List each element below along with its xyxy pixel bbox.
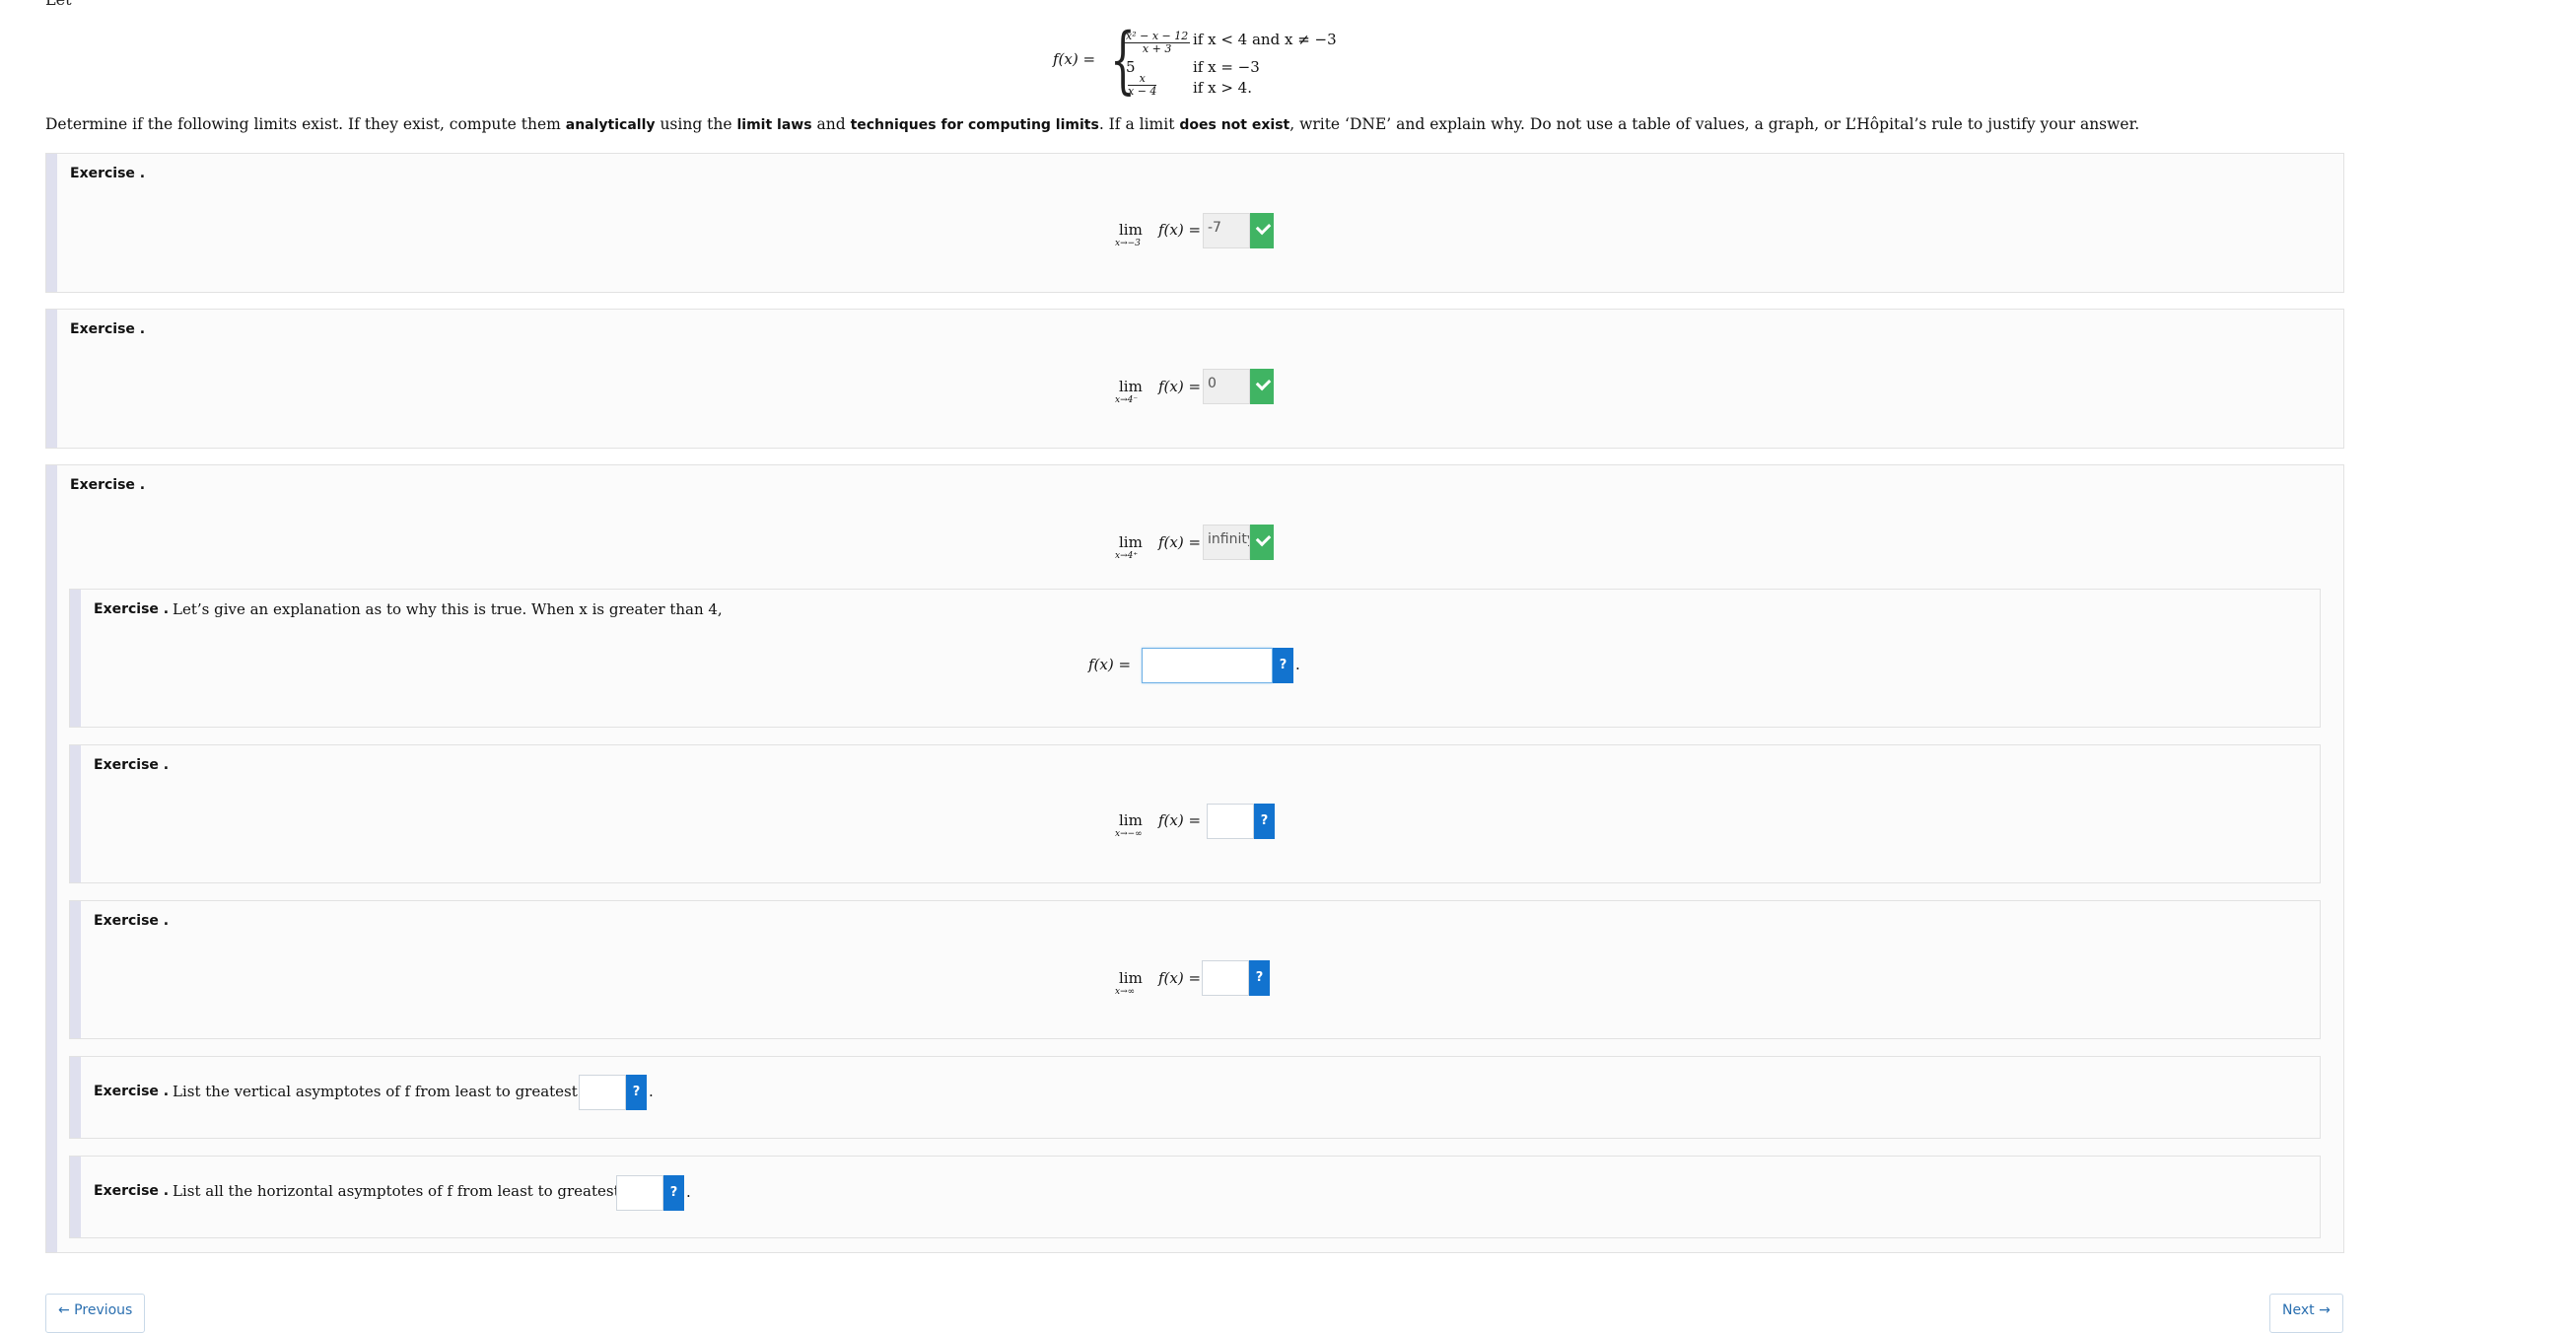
trailing-period: . bbox=[1295, 656, 1300, 673]
exercise-label: Exercise . bbox=[94, 601, 170, 617]
lim-word: lim bbox=[1119, 969, 1143, 987]
lim-word: lim bbox=[1119, 221, 1143, 239]
lim-function: f(x) = bbox=[1158, 221, 1202, 239]
next-button[interactable]: Next → bbox=[2269, 1294, 2343, 1333]
answer-field-limit-4-right[interactable]: infinity bbox=[1203, 525, 1250, 560]
piece3-denominator: x − 4 bbox=[1128, 85, 1157, 98]
explanation-text: Let’s give an explanation as to why this… bbox=[173, 600, 723, 618]
instr-text-5: , write ‘DNE’ and explain why. Do not us… bbox=[1289, 115, 2140, 133]
lim-function: f(x) = bbox=[1158, 969, 1202, 987]
answer-input-neg-inf[interactable] bbox=[1207, 804, 1254, 839]
explain-fx-label: f(x) = bbox=[1088, 656, 1132, 673]
lim-word: lim bbox=[1119, 533, 1143, 551]
check-icon bbox=[1250, 525, 1274, 560]
previous-button[interactable]: ← Previous bbox=[45, 1294, 146, 1333]
help-button[interactable]: ? bbox=[1254, 804, 1275, 839]
answer-field-limit-neg3[interactable]: -7 bbox=[1203, 213, 1250, 248]
function-lhs: f(x) = bbox=[1053, 50, 1096, 68]
trailing-period: . bbox=[686, 1183, 691, 1201]
instr-text-1: Determine if the following limits exist.… bbox=[45, 115, 566, 133]
vertical-asymptote-input[interactable] bbox=[579, 1075, 626, 1110]
answer-input-pos-inf[interactable] bbox=[1202, 960, 1249, 996]
instr-bold-techniques: techniques for computing limits bbox=[850, 117, 1099, 133]
instr-text-3: and bbox=[811, 115, 851, 133]
instr-bold-analytically: analytically bbox=[565, 117, 656, 133]
lim-function: f(x) = bbox=[1158, 533, 1202, 551]
instructions: Determine if the following limits exist.… bbox=[45, 115, 2139, 133]
exercise-label: Exercise . bbox=[94, 1084, 170, 1099]
lim-subscript: x→−3 bbox=[1115, 239, 1141, 248]
answer-field-limit-4-left[interactable]: 0 bbox=[1203, 369, 1250, 404]
instr-text-4: . If a limit bbox=[1098, 115, 1180, 133]
lim-word: lim bbox=[1119, 378, 1143, 395]
lim-function: f(x) = bbox=[1158, 378, 1202, 395]
help-button[interactable]: ? bbox=[626, 1075, 647, 1110]
check-icon bbox=[1250, 369, 1274, 404]
help-button[interactable]: ? bbox=[1273, 648, 1293, 683]
lim-subscript: x→4⁻ bbox=[1115, 395, 1139, 405]
piece2-condition: if x = −3 bbox=[1193, 58, 1260, 76]
horizontal-asymptote-input[interactable] bbox=[616, 1175, 663, 1211]
check-icon bbox=[1250, 213, 1274, 248]
help-button[interactable]: ? bbox=[1249, 960, 1270, 996]
lim-subscript: x→∞ bbox=[1115, 987, 1136, 997]
instr-text-2: using the bbox=[655, 115, 737, 133]
explanation-input[interactable] bbox=[1142, 648, 1273, 683]
piecewise-function: f(x) = { x² − x − 12 x + 3 if x < 4 and … bbox=[1053, 24, 1349, 102]
piece3-condition: if x > 4. bbox=[1193, 79, 1252, 97]
intro-let: Let bbox=[45, 0, 72, 9]
exercise-label: Exercise . bbox=[70, 321, 146, 337]
lim-word: lim bbox=[1119, 811, 1143, 829]
exercise-label: Exercise . bbox=[94, 757, 170, 773]
exercise-label: Exercise . bbox=[70, 166, 146, 181]
piece1-fraction: x² − x − 12 x + 3 bbox=[1124, 31, 1191, 55]
help-button[interactable]: ? bbox=[663, 1175, 684, 1211]
piece1-condition: if x < 4 and x ≠ −3 bbox=[1193, 31, 1337, 48]
piece3-fraction: x x − 4 bbox=[1128, 73, 1157, 98]
subexercise-horizontal-asymptotes: Exercise . List all the horizontal asymp… bbox=[69, 1156, 2321, 1238]
exercise-label: Exercise . bbox=[94, 1183, 170, 1199]
instr-bold-limit-laws: limit laws bbox=[736, 117, 812, 133]
exercise-label: Exercise . bbox=[94, 913, 170, 929]
piece1-denominator: x + 3 bbox=[1142, 42, 1172, 55]
instr-bold-dne: does not exist bbox=[1179, 117, 1290, 133]
lim-subscript: x→−∞ bbox=[1115, 829, 1143, 839]
subexercise-vertical-asymptotes: Exercise . List the vertical asymptotes … bbox=[69, 1056, 2321, 1139]
exercise-label: Exercise . bbox=[70, 477, 146, 493]
trailing-period: . bbox=[649, 1083, 654, 1100]
lim-function: f(x) = bbox=[1158, 811, 1202, 829]
vertical-asymptote-text: List the vertical asymptotes of f from l… bbox=[173, 1083, 613, 1100]
lim-subscript: x→4⁺ bbox=[1115, 551, 1139, 561]
horizontal-asymptote-text: List all the horizontal asymptotes of f … bbox=[173, 1182, 656, 1200]
